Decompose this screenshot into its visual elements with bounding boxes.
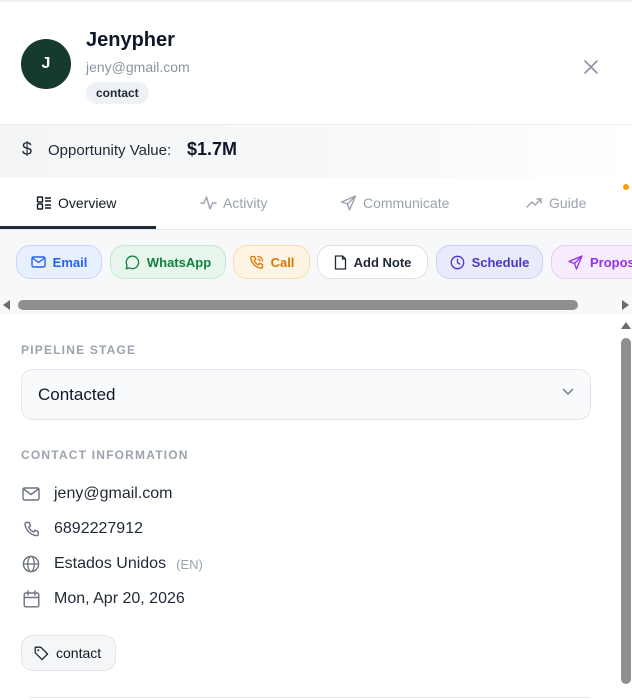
activity-icon: [200, 196, 217, 210]
close-button[interactable]: [578, 54, 604, 80]
contact-country-row: Estados Unidos (EN): [21, 552, 203, 576]
trending-icon: [526, 198, 542, 208]
schedule-action-button[interactable]: Schedule: [436, 245, 543, 279]
contact-name: Jenypher: [86, 29, 175, 51]
overview-icon: [36, 196, 51, 210]
whatsapp-action-label: WhatsApp: [146, 254, 212, 270]
contact-info-language: (EN): [176, 556, 203, 572]
call-action-label: Call: [270, 254, 295, 270]
contact-email-row: jeny@gmail.com: [21, 482, 173, 506]
chevron-down-icon: [562, 388, 574, 395]
add-note-action-label: Add Note: [353, 254, 412, 270]
contact-email: jeny@gmail.com: [86, 59, 190, 75]
contact-phone-row: 6892227912: [21, 517, 143, 541]
phone-icon: [249, 255, 263, 269]
vertical-scroll-thumb[interactable]: [621, 338, 631, 684]
contact-tag-label: contact: [56, 645, 102, 661]
horizontal-scrollbar[interactable]: [0, 296, 632, 314]
contact-type-badge: contact: [86, 82, 149, 104]
close-icon: [584, 60, 598, 74]
whatsapp-action-button[interactable]: WhatsApp: [110, 245, 226, 279]
vertical-scrollbar[interactable]: [618, 318, 632, 700]
contact-date-row: Mon, Apr 20, 2026: [21, 587, 185, 611]
contact-tag[interactable]: contact: [21, 635, 117, 671]
clock-icon: [450, 255, 464, 269]
contact-info-country: Estados Unidos: [54, 555, 167, 572]
globe-icon: [22, 555, 40, 573]
email-action-label: Email: [52, 254, 88, 270]
tag-icon: [34, 646, 49, 660]
whatsapp-icon: [125, 255, 140, 269]
contact-header: J Jenypher jeny@gmail.com contact: [0, 2, 632, 124]
mail-icon: [30, 256, 46, 268]
contact-info-phone: 6892227912: [54, 520, 143, 537]
schedule-action-label: Schedule: [471, 254, 530, 270]
active-tab-indicator: [0, 226, 156, 229]
send-icon: [340, 195, 357, 211]
tab-communicate-label: Communicate: [363, 195, 450, 211]
pipeline-stage-select[interactable]: Contacted: [21, 369, 591, 420]
tab-activity[interactable]: Activity: [200, 177, 267, 229]
tab-overview-label: Overview: [58, 195, 117, 211]
tab-communicate[interactable]: Communicate: [340, 177, 449, 229]
tab-activity-label: Activity: [223, 195, 268, 211]
notification-dot: [623, 184, 629, 190]
proposal-action-label: Proposal: [590, 254, 632, 270]
quick-actions: Email WhatsApp Call Add Note Schedule Pr…: [0, 230, 632, 296]
pipeline-stage-value: Contacted: [38, 384, 116, 404]
horizontal-scroll-thumb[interactable]: [18, 300, 578, 310]
contact-info-date: Mon, Apr 20, 2026: [54, 590, 185, 607]
tab-overview[interactable]: Overview: [36, 177, 116, 229]
avatar: J: [21, 39, 71, 89]
proposal-action-button[interactable]: Proposal: [551, 245, 632, 279]
contact-info-email: jeny@gmail.com: [54, 485, 173, 502]
call-action-button[interactable]: Call: [233, 245, 310, 279]
opportunity-label: Opportunity Value:: [48, 142, 172, 159]
opportunity-bar: $ Opportunity Value: $1.7M: [0, 124, 632, 178]
contact-information-title: CONTACT INFORMATION: [21, 448, 189, 462]
phone-icon: [23, 521, 39, 536]
scroll-left-arrow-icon[interactable]: [3, 300, 10, 310]
send-icon: [568, 254, 583, 270]
pipeline-stage-title: PIPELINE STAGE: [21, 343, 137, 357]
opportunity-value: $1.7M: [187, 139, 238, 159]
tab-guide[interactable]: Guide: [526, 177, 586, 229]
note-icon: [334, 254, 346, 270]
dollar-icon: $: [22, 139, 33, 159]
tab-guide-label: Guide: [549, 195, 587, 211]
scroll-up-arrow-icon[interactable]: [621, 322, 631, 329]
email-action-button[interactable]: Email: [16, 245, 102, 279]
add-note-action-button[interactable]: Add Note: [317, 245, 428, 279]
bottom-divider: [30, 697, 590, 698]
mail-icon: [22, 487, 40, 501]
tab-bar: Overview Activity Communicate Guide: [0, 177, 632, 230]
scroll-right-arrow-icon[interactable]: [622, 300, 629, 310]
calendar-icon: [23, 590, 40, 608]
